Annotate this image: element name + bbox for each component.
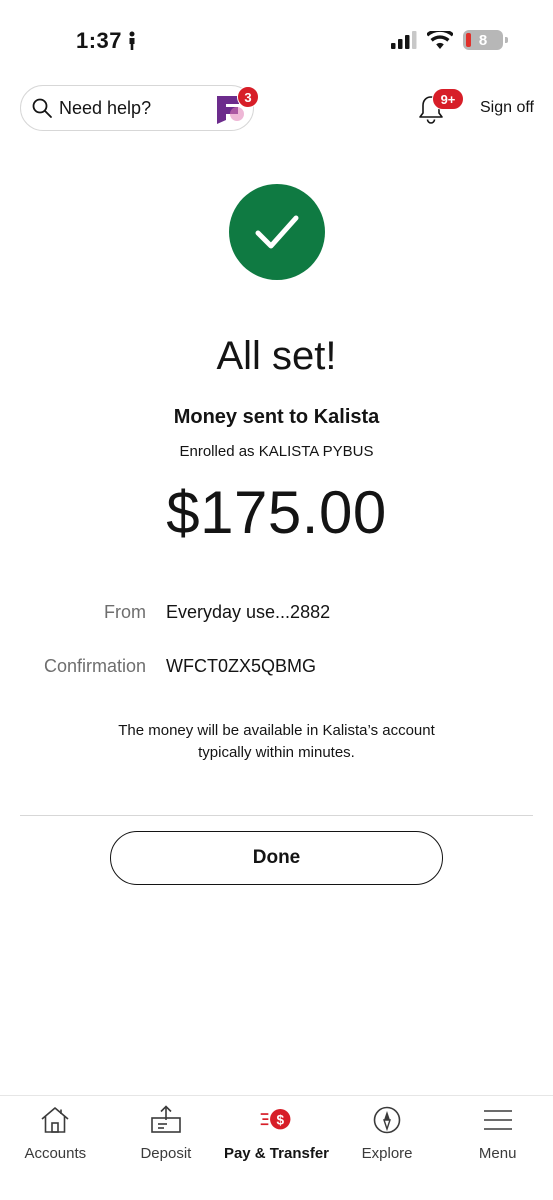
status-bar: 1:37 8 <box>0 0 553 80</box>
compass-icon <box>373 1106 401 1134</box>
svg-text:$: $ <box>277 1112 285 1127</box>
battery-indicator: 8 <box>463 30 508 50</box>
assistant-badge: 3 <box>237 86 259 108</box>
nav-deposit[interactable]: Deposit <box>111 1096 222 1200</box>
battery-level: 8 <box>478 31 488 49</box>
divider <box>20 815 533 816</box>
nav-label-explore: Explore <box>361 1145 413 1162</box>
enrolled-name: Enrolled as KALISTA PYBUS <box>179 443 374 460</box>
done-button[interactable]: Done <box>110 831 443 885</box>
transfer-amount: $175.00 <box>166 479 387 546</box>
search-icon <box>32 98 52 118</box>
availability-note: The money will be available in Kalista’s… <box>96 720 457 764</box>
nav-label-menu: Menu <box>478 1145 517 1162</box>
nav-explore[interactable]: Explore <box>332 1096 443 1200</box>
deposit-icon <box>151 1105 181 1133</box>
home-icon <box>41 1107 69 1133</box>
menu-icon <box>483 1110 512 1130</box>
nav-pay-transfer[interactable]: $ Pay & Transfer <box>221 1096 332 1200</box>
confirmation-title: All set! <box>216 334 337 378</box>
help-search-bar[interactable]: Need help? 3 <box>20 85 259 131</box>
status-time: 1:37 <box>76 28 138 54</box>
status-indicators: 8 <box>391 30 508 50</box>
nav-label-deposit: Deposit <box>140 1145 192 1162</box>
from-label: From <box>104 602 146 622</box>
recipient-heading: Money sent to Kalista <box>173 406 380 428</box>
cellular-signal-icon <box>391 31 417 49</box>
person-walking-icon <box>129 31 135 50</box>
notifications-badge: 9+ <box>432 88 464 110</box>
nav-label-pay-transfer: Pay & Transfer <box>223 1145 330 1162</box>
sign-off-link[interactable]: Sign off <box>480 99 534 117</box>
note-line-2: typically within minutes. <box>198 744 355 761</box>
pay-transfer-icon: $ <box>261 1108 291 1130</box>
from-account-value: Everyday use...2882 <box>166 602 331 622</box>
detail-row-confirmation: Confirmation WFCT0ZX5QBMG <box>0 656 553 680</box>
bottom-navigation: Accounts Deposit $ Pay & Transfer Explor… <box>0 1095 553 1200</box>
search-placeholder: Need help? <box>59 97 152 118</box>
clock-text: 1:37 <box>76 28 123 53</box>
note-line-1: The money will be available in Kalista’s… <box>118 722 435 739</box>
confirmation-number-value: WFCT0ZX5QBMG <box>166 656 317 676</box>
success-check-badge <box>229 184 325 280</box>
nav-menu[interactable]: Menu <box>442 1096 553 1200</box>
detail-row-from: From Everyday use...2882 <box>0 602 553 626</box>
checkmark-icon <box>255 215 299 249</box>
nav-accounts[interactable]: Accounts <box>0 1096 111 1200</box>
nav-label-accounts: Accounts <box>24 1145 87 1162</box>
wifi-icon <box>427 30 453 49</box>
confirmation-label: Confirmation <box>43 656 146 676</box>
